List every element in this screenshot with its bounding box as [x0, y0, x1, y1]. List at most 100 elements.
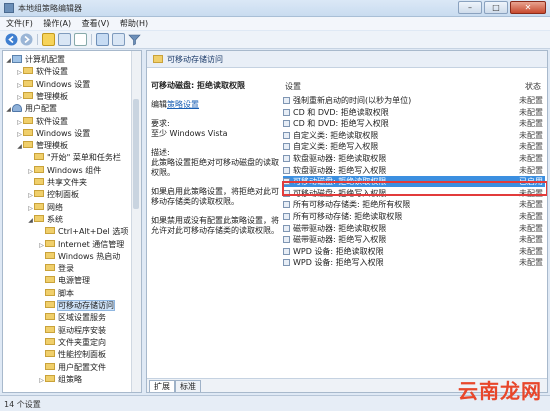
tab-standard[interactable]: 标准 — [175, 380, 201, 392]
table-row[interactable]: 所有可移动存储类: 拒绝所有权限 未配置 — [283, 199, 545, 210]
tree-scrollbar[interactable] — [131, 51, 141, 392]
up-folder-icon[interactable] — [42, 33, 55, 46]
setting-state: 未配置 — [519, 130, 543, 140]
app-window: 本地组策略编辑器 – □ ✕ 文件(F) 操作(A) 查看(V) 帮助(H) ◢… — [0, 0, 550, 411]
expand-arrow-icon[interactable]: ▷ — [16, 67, 23, 78]
edit-policy-link[interactable]: 策略设置 — [167, 100, 199, 109]
maximize-button[interactable]: □ — [484, 1, 508, 14]
table-row[interactable]: 自定义类: 拒绝读取权限 未配置 — [283, 130, 545, 141]
tree-node[interactable]: 登录 — [38, 263, 74, 274]
minimize-button[interactable]: – — [458, 1, 482, 14]
expand-arrow-icon[interactable]: ◢ — [5, 55, 12, 66]
policy-setting-icon — [283, 259, 290, 267]
column-header-setting[interactable]: 设置 — [285, 81, 301, 92]
app-icon — [4, 3, 14, 13]
tree-node[interactable]: 驱动程序安装 — [38, 325, 106, 336]
table-row[interactable]: 自定义类: 拒绝写入权限 未配置 — [283, 141, 545, 152]
tree-node[interactable]: ◢ 管理模板 — [16, 140, 68, 151]
expand-arrow-icon[interactable]: ▷ — [27, 166, 34, 177]
tree-node[interactable]: 性能控制面板 — [38, 349, 106, 360]
policy-setting-icon — [283, 97, 290, 104]
table-row[interactable]: CD 和 DVD: 拒绝读取权限 未配置 — [283, 107, 545, 118]
column-header-state[interactable]: 状态 — [525, 81, 541, 92]
tree-node[interactable]: ▷ Internet 通信管理 — [38, 239, 124, 250]
properties-icon[interactable] — [112, 33, 125, 46]
table-row[interactable]: WPD 设备: 拒绝写入权限 未配置 — [283, 257, 545, 268]
expand-arrow-icon[interactable]: ▷ — [16, 80, 23, 91]
details-pane: 可移动存储访问 可移动磁盘: 拒绝读取权限 编辑策略设置 要求: 至少 Windo… — [146, 50, 548, 393]
tree-node[interactable]: 电源管理 — [38, 275, 90, 286]
table-row[interactable]: 磁带驱动器: 拒绝读取权限 未配置 — [283, 223, 545, 234]
toolbar-separator — [91, 34, 92, 45]
tree-node[interactable]: ▷ 管理模板 — [16, 91, 68, 102]
tree-node[interactable]: ◢ 计算机配置 — [5, 54, 65, 65]
scrollbar-thumb[interactable] — [133, 99, 139, 209]
back-arrow-icon[interactable] — [5, 33, 18, 46]
expand-arrow-icon[interactable]: ▷ — [38, 240, 45, 251]
tree-node[interactable]: 脚本 — [38, 288, 74, 299]
tree-node[interactable]: 可移动存储访问 — [38, 300, 115, 311]
table-row[interactable]: 软盘驱动器: 拒绝写入权限 未配置 — [283, 165, 545, 176]
folder-icon — [23, 128, 33, 136]
policy-setting-icon — [283, 236, 290, 244]
setting-state: 未配置 — [519, 223, 543, 233]
expand-arrow-icon[interactable]: ◢ — [16, 141, 23, 152]
menu-view[interactable]: 查看(V) — [82, 17, 110, 30]
tree-node[interactable]: ▷ 软件设置 — [16, 66, 68, 77]
edit-prefix: 编辑 — [151, 100, 167, 109]
description-text: 此策略设置拒绝对可移动磁盘的读取权限。 — [151, 158, 279, 177]
expand-arrow-icon[interactable]: ▷ — [16, 117, 23, 128]
menu-action[interactable]: 操作(A) — [43, 17, 71, 30]
expand-arrow-icon[interactable]: ▷ — [27, 190, 34, 201]
table-row[interactable]: 所有可移动存储: 拒绝读取权限 未配置 — [283, 211, 545, 222]
expand-arrow-icon[interactable]: ◢ — [27, 215, 34, 226]
tree-node[interactable]: 文件夹重定向 — [38, 337, 106, 348]
help-icon[interactable] — [96, 33, 109, 46]
table-row[interactable]: WPD 设备: 拒绝读取权限 未配置 — [283, 246, 545, 257]
tree-node-label: Windows 设置 — [36, 79, 91, 89]
export-list-icon[interactable] — [74, 33, 87, 46]
folder-icon — [45, 251, 55, 259]
tree-node[interactable]: ▷ Windows 设置 — [16, 79, 90, 90]
policy-setting-icon — [283, 143, 290, 151]
tree-node[interactable]: ▷ Windows 设置 — [16, 128, 90, 139]
expand-arrow-icon[interactable]: ◢ — [5, 104, 12, 115]
table-row[interactable]: 磁带驱动器: 拒绝写入权限 未配置 — [283, 234, 545, 245]
tree-node[interactable]: ▷ Windows 组件 — [27, 165, 101, 176]
show-hide-tree-icon[interactable] — [58, 33, 71, 46]
tree-node-label: 组策略 — [58, 374, 82, 384]
table-row[interactable]: 软盘驱动器: 拒绝读取权限 未配置 — [283, 153, 545, 164]
table-row[interactable]: 强制重新启动的时间(以秒为单位) 未配置 — [283, 95, 545, 106]
forward-arrow-icon[interactable] — [20, 33, 33, 46]
policy-tree[interactable]: ◢ 计算机配置 ▷ 软件设置 ▷ Windows 设置 ▷ 管理模板 ◢ 用户配置 ▷ 软件设置 ▷ Wi… — [2, 50, 142, 393]
requirements-label: 要求: — [151, 119, 170, 128]
expand-arrow-icon[interactable]: ▷ — [27, 203, 34, 214]
table-row[interactable]: CD 和 DVD: 拒绝写入权限 未配置 — [283, 118, 545, 129]
setting-name: 磁带驱动器: 拒绝读取权限 — [293, 223, 387, 233]
tab-extended[interactable]: 扩展 — [149, 380, 175, 392]
expand-arrow-icon[interactable]: ▷ — [16, 129, 23, 140]
tree-node[interactable]: ◢ 系统 — [27, 214, 63, 225]
tree-node[interactable]: 共享文件夹 — [27, 177, 87, 188]
setting-name: 强制重新启动的时间(以秒为单位) — [293, 96, 412, 105]
tree-node[interactable]: ▷ 网络 — [27, 202, 63, 213]
tree-node[interactable]: "开始" 菜单和任务栏 — [27, 152, 121, 163]
tree-node[interactable]: Ctrl+Alt+Del 选项 — [38, 226, 128, 237]
menu-file[interactable]: 文件(F) — [6, 17, 33, 30]
tree-node[interactable]: 用户配置文件 — [38, 362, 106, 373]
tree-node-label: 网络 — [47, 202, 63, 212]
tree-node-label: 管理模板 — [36, 91, 68, 101]
expand-arrow-icon[interactable]: ▷ — [38, 375, 45, 386]
filter-icon[interactable] — [128, 33, 141, 46]
tree-node[interactable]: ▷ 控制面板 — [27, 189, 79, 200]
tree-node[interactable]: ▷ 组策略 — [38, 374, 82, 385]
close-button[interactable]: ✕ — [510, 1, 546, 14]
tree-node[interactable]: ▷ 软件设置 — [16, 116, 68, 127]
menu-help[interactable]: 帮助(H) — [120, 17, 148, 30]
tree-node-label: Windows 组件 — [47, 165, 102, 175]
expand-arrow-icon[interactable]: ▷ — [16, 92, 23, 103]
tree-node[interactable]: Windows 热启动 — [38, 251, 120, 262]
tree-node[interactable]: ◢ 用户配置 — [5, 103, 57, 114]
tree-node[interactable]: 区域设置服务 — [38, 312, 106, 323]
setting-name: CD 和 DVD: 拒绝写入权限 — [293, 119, 389, 129]
